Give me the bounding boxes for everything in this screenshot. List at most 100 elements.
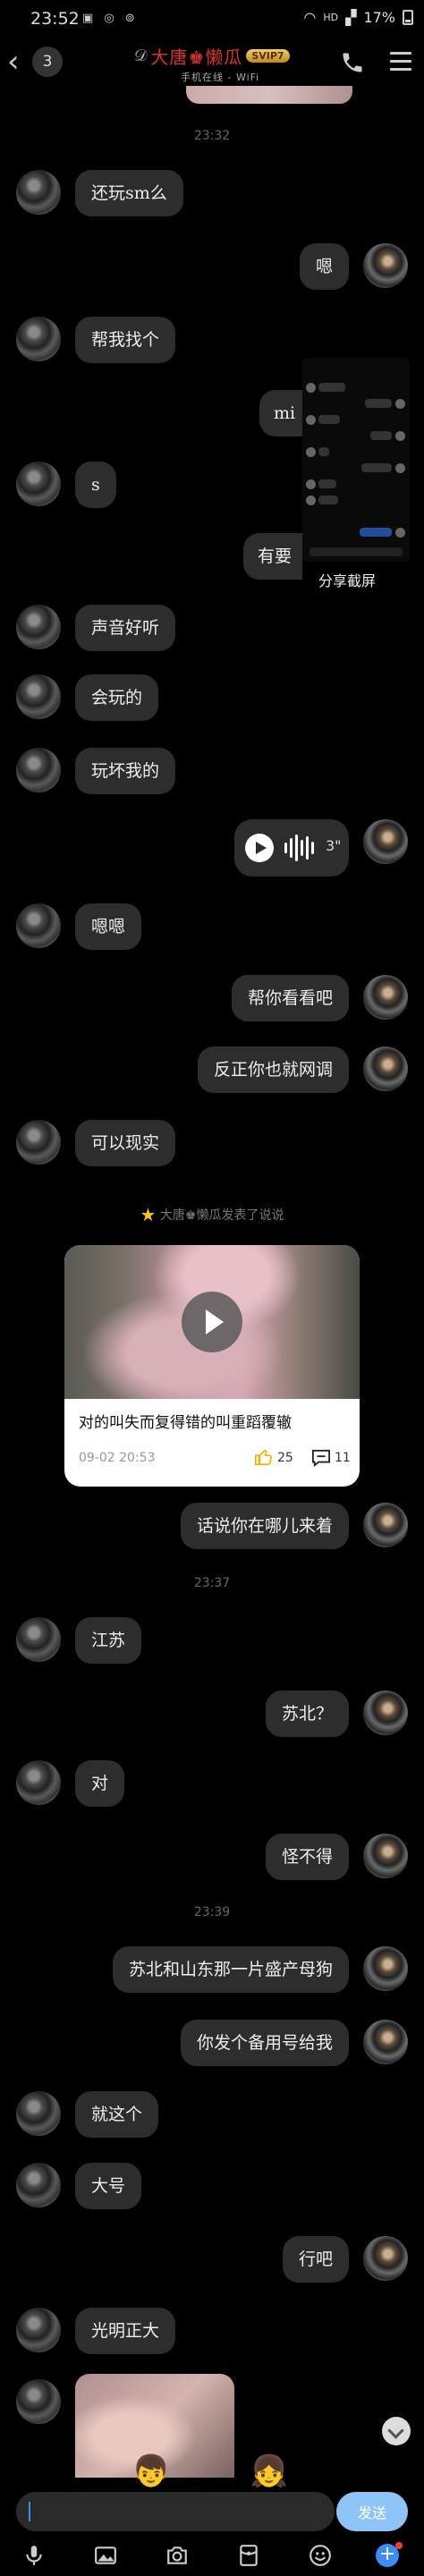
message-bubble[interactable]: 对 [75,1760,125,1807]
contact-avatar[interactable] [16,2379,61,2424]
contact-name: 大唐♚懒瓜 [150,47,243,68]
microphone-icon[interactable] [21,2544,47,2569]
notification-icons: ▣ ◎ ⊚ [82,12,139,25]
message-bubble[interactable]: 还玩sm么 [75,170,183,216]
message-bubble[interactable]: 可以现实 [75,1120,176,1166]
unread-badge[interactable]: 3 [32,47,63,77]
text-cursor [29,2502,30,2521]
scroll-down-button[interactable] [382,2417,411,2445]
my-avatar[interactable] [363,975,408,1020]
play-icon[interactable] [245,834,274,862]
my-avatar[interactable] [363,819,408,864]
status-time: 23:52 [30,9,80,29]
battery-icon [403,10,413,25]
my-avatar[interactable] [363,2020,408,2064]
online-status: 手机在线 - WiFi [181,72,260,83]
chat-header: ‹ 3 𝒟 大唐♚懒瓜 SVIP7 手机在线 - WiFi [0,39,424,86]
waveform-icon [284,834,314,862]
moment-notice-text: 大唐♚懒瓜发表了说说 [159,1208,284,1223]
contact-avatar[interactable] [16,903,61,948]
red-packet-icon[interactable] [236,2544,261,2569]
my-avatar[interactable] [363,1046,408,1091]
moment-notice: ★ 大唐♚懒瓜发表了说说 [0,1204,424,1225]
contact-avatar[interactable] [16,317,61,361]
image-icon[interactable] [93,2544,118,2569]
moment-date: 09-02 20:53 [79,1451,156,1465]
thumbs-up-icon[interactable] [254,1447,274,1467]
contact-avatar[interactable] [16,2163,61,2207]
contact-avatar[interactable] [16,674,61,719]
network-label: HD [323,12,339,23]
message-bubble[interactable]: 帮你看看吧 [231,975,349,1021]
message-bubble[interactable]: 苏北？ [265,1690,349,1737]
previous-image-peek[interactable] [186,86,352,104]
message-bubble[interactable]: s [75,462,116,508]
voice-duration: 3" [326,837,342,854]
menu-icon[interactable] [390,52,411,72]
contact-avatar[interactable] [16,2091,61,2136]
message-bubble[interactable]: 话说你在哪儿来着 [180,1503,349,1549]
message-bubble[interactable]: 玩坏我的 [75,748,176,794]
my-avatar[interactable] [363,1946,408,1991]
my-avatar[interactable] [363,2236,408,2281]
contact-avatar[interactable] [16,1120,61,1165]
message-bubble[interactable]: 怪不得 [265,1834,349,1880]
play-icon[interactable] [182,1292,242,1352]
message-bubble[interactable]: 会玩的 [75,674,159,721]
contact-avatar[interactable] [16,748,61,792]
send-button[interactable]: 发送 [336,2492,408,2531]
message-bubble[interactable]: 行吧 [282,2236,349,2283]
input-toolbar [0,2538,424,2576]
moment-video-thumbnail[interactable] [64,1245,360,1399]
message-bubble[interactable]: mi [259,390,302,436]
message-bubble[interactable]: 光明正大 [75,2308,176,2354]
message-bubble[interactable]: 有要 [243,533,302,580]
emoji-icon[interactable] [308,2544,333,2569]
message-bubble[interactable]: 你发个备用号给我 [180,2020,349,2066]
chat-title[interactable]: 𝒟 大唐♚懒瓜 SVIP7 手机在线 - WiFi [134,43,331,84]
message-bubble[interactable]: 声音好听 [75,605,176,651]
contact-avatar[interactable] [16,170,61,215]
timestamp: 23:39 [193,1905,231,1919]
message-bubble[interactable]: 嗯嗯 [75,903,142,950]
contact-avatar[interactable] [16,605,61,649]
message-bubble[interactable]: 苏北和山东那一片盛产母狗 [112,1946,349,1993]
timestamp: 23:37 [193,1576,231,1590]
message-bubble[interactable]: 就这个 [75,2091,159,2138]
back-icon[interactable]: ‹ [7,47,20,77]
camera-icon[interactable] [165,2544,190,2569]
girl-emoji-icon[interactable]: 👧 [249,2451,290,2492]
message-bubble[interactable]: 嗯 [299,243,349,290]
vip-badge: SVIP7 [246,49,290,63]
star-icon: ★ [140,1204,157,1225]
notification-dot [395,2542,403,2549]
timestamp: 23:32 [193,129,231,143]
phone-icon[interactable] [340,50,365,75]
my-avatar[interactable] [363,1690,408,1735]
status-bar: 23:52 ▣ ◎ ⊚ ◠ HD ▞ 17% [0,0,424,39]
boy-emoji-icon[interactable]: 👦 [131,2451,172,2492]
message-bubble[interactable]: 大号 [75,2163,142,2209]
message-bubble[interactable]: 江苏 [75,1617,142,1664]
my-avatar[interactable] [363,1834,408,1878]
contact-avatar[interactable] [16,1760,61,1805]
comment-icon[interactable] [311,1449,331,1467]
moment-card[interactable]: 对的叫失而复得错的叫重蹈覆辙 09-02 20:53 25 11 [64,1245,360,1487]
ear-icon: 𝒟 [134,47,148,65]
message-bubble[interactable]: 帮我找个 [75,317,176,363]
my-avatar[interactable] [363,1503,408,1547]
contact-avatar[interactable] [16,462,61,506]
status-right: ◠ HD ▞ 17% [303,9,413,26]
voice-message[interactable]: 3" [234,819,349,877]
screenshot-share-label[interactable]: 分享截屏 [318,569,376,590]
contact-avatar[interactable] [16,1617,61,1662]
message-bubble[interactable]: 反正你也就网调 [197,1046,349,1093]
wifi-icon: ◠ [303,9,317,26]
screenshot-preview [302,358,410,562]
signal-icon: ▞ [345,9,357,26]
contact-avatar[interactable] [16,2308,61,2352]
battery-text: 17% [363,9,395,26]
my-avatar[interactable] [363,243,408,288]
message-input[interactable] [16,2492,335,2531]
screenshot-share-thumbnail[interactable] [302,358,410,564]
